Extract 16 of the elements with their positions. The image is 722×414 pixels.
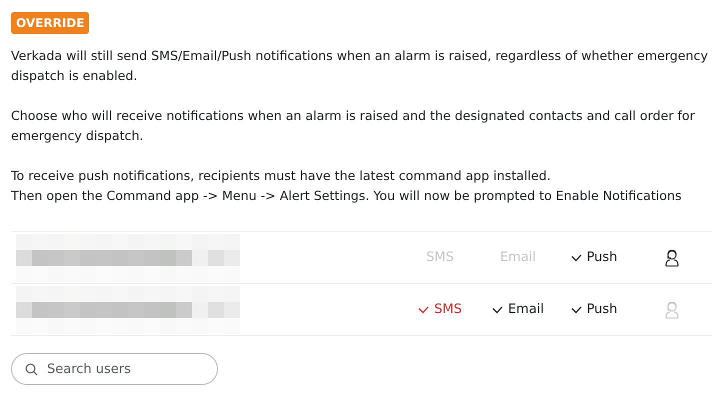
sms-toggle[interactable]: SMS [400, 302, 480, 317]
check-icon [570, 254, 582, 262]
email-toggle[interactable]: Email [480, 302, 556, 317]
override-badge: OVERRIDE [11, 12, 90, 34]
check-icon [570, 306, 582, 314]
info-text: Then open the Command app -> Menu -> Alert Settings. You will now be prompted to Enable Notifications [11, 187, 683, 205]
push-toggle[interactable]: Push [556, 302, 632, 317]
search-field[interactable]: Search users [11, 353, 218, 385]
search-icon [25, 363, 38, 376]
contact-icon[interactable] [665, 248, 679, 266]
push-toggle[interactable]: Push [556, 250, 632, 265]
check-icon [418, 306, 430, 314]
info-text: To receive push notifications, recipients must have the latest command app installed. [11, 167, 552, 185]
check-icon [492, 306, 503, 314]
info-text: Verkada will still send SMS/Email/Push notifications when an alarm is raised, regardless of whether emergency dispatch is enabled. [11, 47, 709, 85]
info-text: Choose who will receive notifications when an alarm is raised and the designated contacts and call order for emergency dispatch. [11, 107, 696, 145]
